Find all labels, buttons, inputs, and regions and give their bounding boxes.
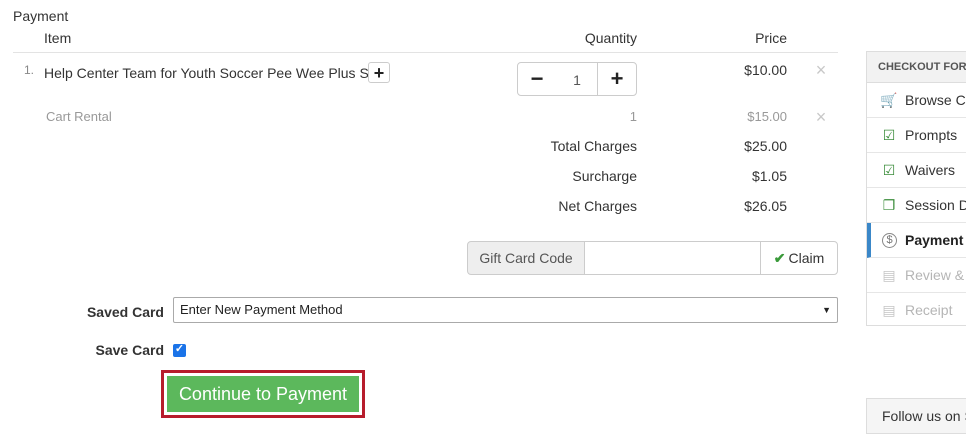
remove-item-icon[interactable]: × [813,107,829,128]
step-payment[interactable]: $ Payment [867,223,966,258]
quantity-stepper: − 1 + [517,62,637,96]
step-label: Prompts [905,127,958,143]
checkout-steps-sidebar: CHECKOUT FOR 🛒 Browse Ca ☑ Prompts ☑ Wai… [866,51,966,326]
row-index: 1. [24,63,35,77]
item-name: Cart Rental [46,109,112,124]
step-label: Browse Ca [905,92,966,108]
saved-card-label: Saved Card [86,304,164,320]
save-card-checkbox[interactable]: ✓ [173,343,186,357]
remove-item-icon[interactable]: × [813,60,829,81]
gift-card-group: Gift Card Code ✔ Claim [467,241,838,275]
check-icon: ✔ [773,250,786,266]
receipt-icon: ▤ [882,302,896,318]
saved-card-select[interactable]: Enter New Payment Method ▼ [173,297,838,323]
follow-us-box[interactable]: Follow us on S [866,398,966,434]
step-label: Payment [905,232,964,248]
add-option-button[interactable]: + [368,62,390,83]
quantity-input[interactable]: 1 [556,62,598,96]
step-label: Session De [905,197,966,213]
decrease-quantity-button[interactable]: − [517,62,557,96]
step-label: Receipt [905,302,953,318]
item-name: Help Center Team for Youth Soccer Pee We… [44,65,381,81]
chevron-down-icon: ▼ [822,305,831,315]
checkout-steps-header: CHECKOUT FOR [867,52,966,83]
checklist-icon: ☑ [882,162,896,178]
net-charges-label: Net Charges [558,198,637,214]
net-charges-value: $26.05 [744,198,787,214]
column-header-item: Item [44,30,72,46]
dollar-circle-icon: $ [882,233,897,248]
list-icon: ▤ [882,267,896,283]
item-price: $10.00 [744,62,787,78]
step-label: Review & C [905,267,966,283]
continue-button-highlight: Continue to Payment [161,370,365,418]
saved-card-selected: Enter New Payment Method [180,302,343,317]
step-prompts[interactable]: ☑ Prompts [867,118,966,153]
checklist-icon: ☑ [882,127,896,143]
increase-quantity-button[interactable]: + [597,62,637,96]
checkmark-icon: ✓ [174,343,185,355]
surcharge-label: Surcharge [572,168,637,184]
cart-icon: 🛒 [880,92,898,108]
continue-to-payment-button[interactable]: Continue to Payment [167,376,359,412]
step-waivers[interactable]: ☑ Waivers [867,153,966,188]
save-card-label: Save Card [95,342,164,358]
gift-card-input[interactable] [584,241,761,275]
column-header-quantity: Quantity [584,30,637,46]
step-receipt: ▤ Receipt [867,293,966,325]
column-header-price: Price [755,30,787,46]
step-session-details[interactable]: ❐ Session De [867,188,966,223]
gift-card-label: Gift Card Code [467,241,585,275]
documents-icon: ❐ [882,197,896,213]
claim-label: Claim [788,250,825,266]
total-charges-label: Total Charges [550,138,637,154]
section-title: Payment [13,8,69,24]
surcharge-value: $1.05 [751,168,787,184]
step-review: ▤ Review & C [867,258,966,293]
header-divider [13,52,838,53]
claim-button[interactable]: ✔ Claim [760,241,838,275]
item-quantity: 1 [629,109,637,124]
step-label: Waivers [905,162,956,178]
total-charges-value: $25.00 [744,138,787,154]
step-browse[interactable]: 🛒 Browse Ca [867,83,966,118]
item-price: $15.00 [747,109,787,124]
